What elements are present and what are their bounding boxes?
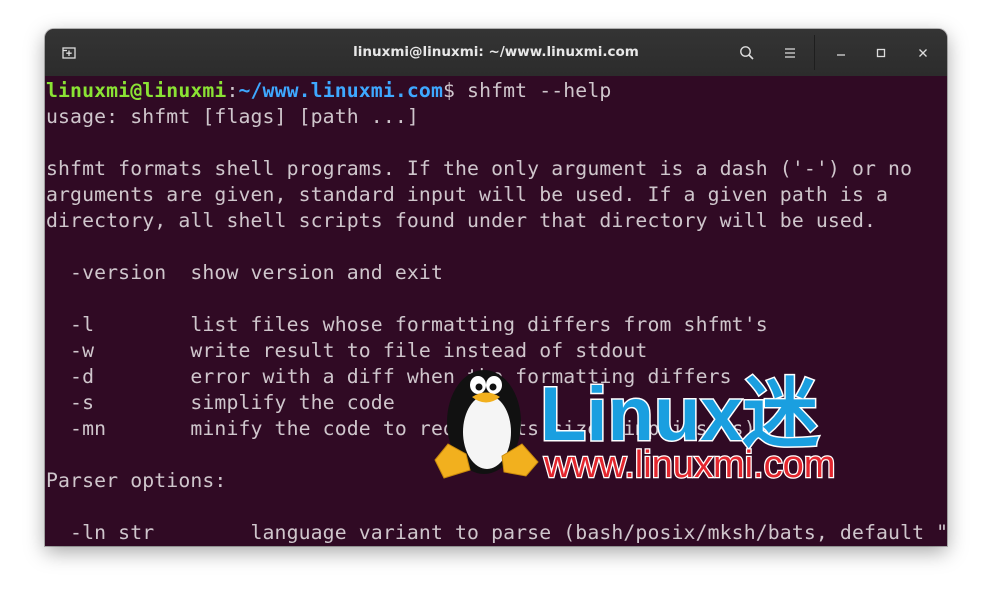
title-bar: linuxmi@linuxmi: ~/www.linuxmi.com [45,29,947,76]
output-line: arguments are given, standard input will… [46,183,889,206]
prompt-user-host: linuxmi@linuxmi [46,79,227,102]
prompt-colon: : [226,79,239,102]
new-tab-icon [62,46,76,59]
output-line: -ln str language variant to parse (bash/… [46,521,947,544]
prompt-path: ~/www.linuxmi.com [238,79,443,102]
minimize-button[interactable] [827,29,855,76]
watermark-url: www.linuxmi.com [543,444,835,486]
window-title: linuxmi@linuxmi: ~/www.linuxmi.com [353,44,639,60]
output-line: -l list files whose formatting differs f… [46,313,768,336]
minimize-icon [837,53,845,56]
hamburger-menu-icon [785,47,795,58]
output-line: usage: shfmt [flags] [path ...] [46,105,419,128]
linuxmi-watermark: Linux迷 www.linuxmi.com [434,370,837,487]
menu-button[interactable] [774,29,806,76]
close-button[interactable] [909,29,937,76]
output-line: -version show version and exit [46,261,443,284]
maximize-button[interactable] [867,29,895,76]
prompt-line: linuxmi@linuxmi:~/www.linuxmi.com$ shfmt… [46,78,611,104]
search-icon [740,45,754,60]
prompt-symbol: $ [442,79,456,102]
maximize-icon [876,48,886,57]
prompt-command: shfmt --help [455,79,612,102]
search-button[interactable] [731,29,763,76]
output-line: Parser options: [46,469,227,492]
output-line: -s simplify the code [46,391,395,414]
tux-penguin-icon [434,370,539,479]
output-line: shfmt formats shell programs. If the onl… [46,157,913,180]
output-line: directory, all shell scripts found under… [46,209,877,232]
new-tab-button[interactable] [53,29,85,76]
close-icon [919,48,927,57]
titlebar-separator [814,35,815,70]
